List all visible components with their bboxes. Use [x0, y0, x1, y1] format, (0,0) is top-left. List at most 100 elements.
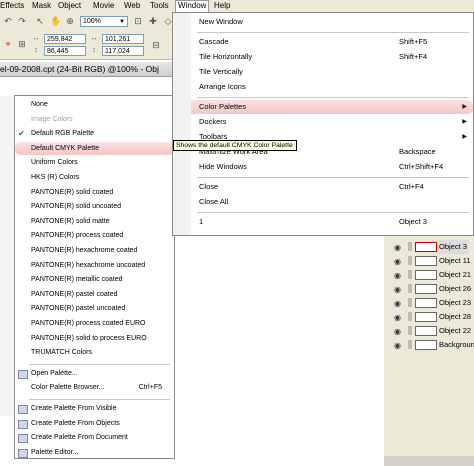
object-row[interactable]: ◉ Object 28 — [384, 310, 474, 324]
menu-mask[interactable]: Mask — [32, 1, 51, 10]
pointer-icon[interactable]: ↖ — [34, 15, 46, 27]
palette-menu-item-pantone-process-coated[interactable]: PANTONE(R) process coated — [15, 229, 174, 242]
redo-icon[interactable]: ↷ — [16, 15, 28, 27]
window-menu-item-label: Arrange Icons — [199, 82, 246, 91]
window-menu-item-new-window[interactable]: New Window — [173, 15, 473, 29]
lock-icon[interactable] — [408, 326, 412, 335]
menu-movie[interactable]: Movie — [93, 1, 114, 10]
object-row[interactable]: ◉ Object 21 — [384, 268, 474, 282]
window-menu-item-close[interactable]: Close Ctrl+F4 — [173, 180, 473, 194]
object-thumbnail — [415, 270, 437, 280]
undo-icon[interactable]: ↶ — [2, 15, 14, 27]
palette-menu-item-trumatch-colors[interactable]: TRUMATCH Colors — [15, 346, 174, 359]
submenu-arrow-icon: ▶ — [462, 104, 467, 110]
object-thumbnail — [415, 312, 437, 322]
menu-tools[interactable]: Tools — [150, 1, 169, 10]
palette-menu-item-label: Create Palette From Objects — [31, 419, 120, 427]
lock-icon[interactable] — [408, 242, 412, 251]
palette-menu-item-none[interactable]: None — [15, 98, 174, 111]
eye-icon[interactable]: ◉ — [394, 339, 401, 353]
menu-object[interactable]: Object — [58, 1, 81, 10]
height-field[interactable]: 117,024 — [102, 46, 144, 56]
palette-menu-item-label: Open Palette... — [31, 369, 78, 377]
palette-menu-item-pantone-metallic-coated[interactable]: PANTONE(R) metallic coated — [15, 273, 174, 286]
y-position-field[interactable]: 86,445 — [44, 46, 86, 56]
object-row[interactable]: ◉ Background — [384, 338, 474, 352]
palette-menu-item-pantone-solid-coated[interactable]: PANTONE(R) solid coated — [15, 186, 174, 199]
palette-menu-item-create-palette-from-document[interactable]: Create Palette From Document — [15, 431, 174, 444]
palette-menu-item-default-cmyk-palette[interactable]: Default CMYK Palette — [15, 141, 174, 155]
menu-separator — [197, 32, 469, 33]
lock-icon[interactable] — [408, 284, 412, 293]
eye-icon[interactable]: ◉ — [394, 255, 401, 269]
object-row[interactable]: ◉ Object 11 — [384, 254, 474, 268]
palette-menu-item-create-palette-from-objects[interactable]: Create Palette From Objects — [15, 417, 174, 430]
transform-icon[interactable]: ⌖ — [2, 38, 14, 50]
anchor-icon[interactable]: ⊞ — [16, 38, 28, 50]
eye-icon[interactable]: ◉ — [394, 241, 401, 255]
add-icon[interactable]: ✚ — [147, 15, 159, 27]
menu-separator — [29, 363, 170, 365]
window-menu-item-arrange-icons[interactable]: Arrange Icons — [173, 80, 473, 94]
object-thumbnail — [415, 298, 437, 308]
lock-icon[interactable] — [408, 340, 412, 349]
lock-icon[interactable] — [408, 312, 412, 321]
x-position-field[interactable]: 259,842 — [44, 34, 86, 44]
object-row[interactable]: ◉ Object 3 — [384, 240, 474, 254]
palette-menu-item-uniform-colors[interactable]: Uniform Colors — [15, 156, 174, 169]
object-row[interactable]: ◉ Object 26 — [384, 282, 474, 296]
window-menu-item-label: Cascade — [199, 37, 229, 46]
palette-menu-item-shortcut: Ctrl+F5 — [138, 384, 162, 392]
palette-menu-item-pantone-solid-uncoated[interactable]: PANTONE(R) solid uncoated — [15, 200, 174, 213]
window-menu-item-cascade[interactable]: Cascade Shift+F5 — [173, 35, 473, 49]
window-menu-item-close-all[interactable]: Close All — [173, 195, 473, 209]
window-menu-item-label: New Window — [199, 17, 243, 26]
check-icon: ✔ — [18, 129, 25, 139]
window-menu-item-dockers[interactable]: Dockers ▶ — [173, 115, 473, 129]
palette-menu-item-label: PANTONE(R) process coated — [31, 232, 124, 240]
eye-icon[interactable]: ◉ — [394, 297, 401, 311]
object-row[interactable]: ◉ Object 22 — [384, 324, 474, 338]
eye-icon[interactable]: ◉ — [394, 283, 401, 297]
palette-menu-item-create-palette-from-visible[interactable]: Create Palette From Visible — [15, 402, 174, 415]
palette-menu-item-pantone-solid-matte[interactable]: PANTONE(R) solid matte — [15, 215, 174, 228]
window-menu-item-tile-vertically[interactable]: Tile Vertically — [173, 65, 473, 79]
zoom-to-page-icon[interactable]: ⊡ — [132, 15, 144, 27]
palette-menu-item-label: Color Palette Browser... — [31, 384, 105, 392]
lock-icon[interactable] — [408, 298, 412, 307]
window-menu-item-tile-horizontally[interactable]: Tile Horizontally Shift+F4 — [173, 50, 473, 64]
palette-menu-item-pantone-hexachrome-coated[interactable]: PANTONE(R) hexachrome coated — [15, 244, 174, 257]
palette-menu-item-label: None — [31, 101, 48, 108]
palette-menu-item-open-palette[interactable]: Open Palette... — [15, 367, 174, 380]
window-menu-item-color-palettes[interactable]: Color Palettes ▶ — [173, 100, 473, 114]
palette-menu-item-pantone-process-coated-euro[interactable]: PANTONE(R) process coated EURO — [15, 317, 174, 330]
menu-web[interactable]: Web — [124, 1, 140, 10]
palette-menu-item-default-rgb-palette[interactable]: ✔ Default RGB Palette — [15, 127, 174, 140]
window-menu-item-hide-windows[interactable]: Hide Windows Ctrl+Shift+F4 — [173, 160, 473, 174]
eye-icon[interactable]: ◉ — [394, 325, 401, 339]
palette-menu-item-palette-editor[interactable]: Palette Editor... — [15, 446, 174, 459]
object-label: Object 26 — [439, 284, 472, 293]
lock-icon[interactable] — [408, 270, 412, 279]
create-palette-icon — [18, 434, 28, 444]
menu-effects[interactable]: Effects — [0, 1, 24, 10]
menu-help[interactable]: Help — [214, 1, 230, 10]
palette-menu-item-label: Uniform Colors — [31, 159, 78, 167]
lock-ratio-icon[interactable]: ⊟ — [150, 39, 162, 51]
eye-icon[interactable]: ◉ — [394, 311, 401, 325]
lock-icon[interactable] — [408, 256, 412, 265]
palette-menu-item-color-palette-browser[interactable]: Color Palette Browser... Ctrl+F5 — [15, 381, 174, 394]
hand-icon[interactable]: ✋ — [50, 15, 62, 27]
palette-menu-item-hks-colors[interactable]: HKS (R) Colors — [15, 171, 174, 184]
width-field[interactable]: 101,261 — [102, 34, 144, 44]
eye-icon[interactable]: ◉ — [394, 269, 401, 283]
palette-menu-item-pantone-pastel-coated[interactable]: PANTONE(R) pastel coated — [15, 288, 174, 301]
zoom-icon[interactable]: ⊕ — [64, 15, 76, 27]
object-thumbnail — [415, 242, 437, 252]
palette-menu-item-pantone-solid-to-process-euro[interactable]: PANTONE(R) solid to process EURO — [15, 332, 174, 345]
palette-menu-item-pantone-pastel-uncoated[interactable]: PANTONE(R) pastel uncoated — [15, 302, 174, 315]
window-menu-item-1[interactable]: ✔1Object 3 — [173, 215, 473, 229]
zoom-select[interactable]: 100% ▼ — [80, 16, 128, 27]
palette-menu-item-pantone-hexachrome-uncoated[interactable]: PANTONE(R) hexachrome uncoated — [15, 259, 174, 272]
object-row[interactable]: ◉ Object 23 — [384, 296, 474, 310]
